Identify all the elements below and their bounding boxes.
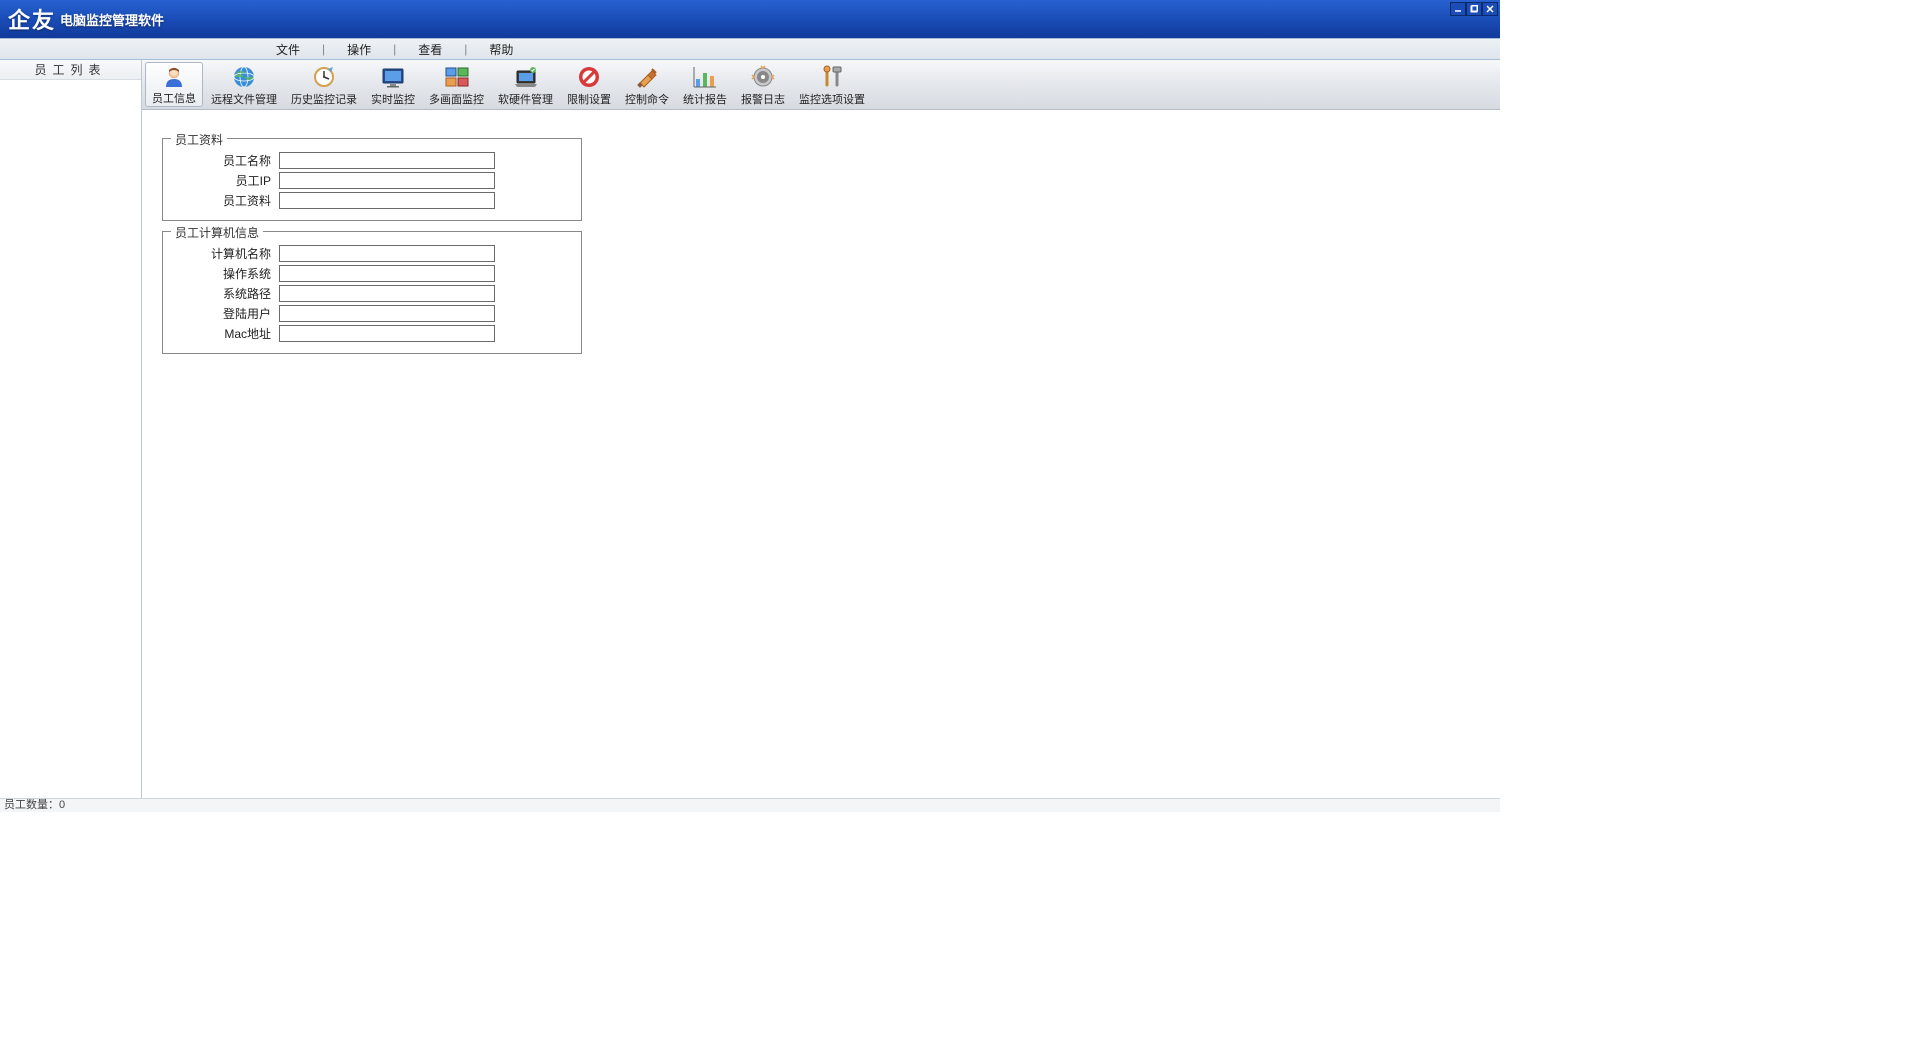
titlebar: 企友 电脑监控管理软件 [0, 0, 1500, 38]
multiscreen-icon [443, 64, 471, 90]
realtime-icon [379, 64, 407, 90]
logo-text: 企友 [8, 3, 56, 35]
menu-separator: | [458, 42, 473, 56]
menu-view[interactable]: 查看 [402, 41, 458, 58]
form-row: 员工资料 [173, 192, 571, 209]
toolbar-label: 历史监控记录 [291, 91, 357, 107]
form-label: Mac地址 [173, 325, 279, 342]
toolbar-label: 实时监控 [371, 91, 415, 107]
toolbar-btn-options[interactable]: 监控选项设置 [793, 62, 871, 107]
employee-list[interactable] [0, 80, 141, 798]
remote-file-icon [230, 64, 258, 90]
toolbar-label: 统计报告 [683, 91, 727, 107]
fieldset-computer-info: 员工计算机信息 计算机名称操作系统系统路径登陆用户Mac地址 [162, 231, 582, 354]
form-row: 系统路径 [173, 285, 571, 302]
toolbar-label: 多画面监控 [429, 91, 484, 107]
sidebar: 员工列表 [0, 60, 142, 798]
minimize-button[interactable] [1450, 2, 1466, 16]
form-label: 计算机名称 [173, 245, 279, 262]
form-row: 员工IP [173, 172, 571, 189]
form-label: 员工资料 [173, 192, 279, 209]
toolbar-btn-stats[interactable]: 统计报告 [677, 62, 733, 107]
menu-help[interactable]: 帮助 [473, 41, 529, 58]
input-group2-1[interactable] [279, 265, 495, 282]
menu-separator: | [387, 42, 402, 56]
hw-sw-icon [512, 64, 540, 90]
input-group2-4[interactable] [279, 325, 495, 342]
fieldset-employee-data: 员工资料 员工名称员工IP员工资料 [162, 138, 582, 221]
toolbar-btn-realtime[interactable]: 实时监控 [365, 62, 421, 107]
form-label: 员工名称 [173, 152, 279, 169]
menu-operate[interactable]: 操作 [331, 41, 387, 58]
toolbar-label: 报警日志 [741, 91, 785, 107]
toolbar-label: 监控选项设置 [799, 91, 865, 107]
statusbar: 员工数量：0 [0, 798, 1500, 812]
form-label: 操作系统 [173, 265, 279, 282]
toolbar-btn-remote-file[interactable]: 远程文件管理 [205, 62, 283, 107]
menubar: 文件 | 操作 | 查看 | 帮助 [0, 38, 1500, 60]
form-row: Mac地址 [173, 325, 571, 342]
restrict-icon [575, 64, 603, 90]
main-area: 员工信息远程文件管理历史监控记录实时监控多画面监控软硬件管理限制设置控制命令统计… [142, 60, 1500, 798]
toolbar: 员工信息远程文件管理历史监控记录实时监控多画面监控软硬件管理限制设置控制命令统计… [142, 60, 1500, 110]
options-icon [818, 64, 846, 90]
control-icon [633, 64, 661, 90]
sidebar-header: 员工列表 [0, 60, 141, 80]
form-row: 登陆用户 [173, 305, 571, 322]
fieldset-legend: 员工资料 [171, 131, 227, 148]
toolbar-btn-employee-info[interactable]: 员工信息 [145, 62, 203, 107]
logo-subtitle: 电脑监控管理软件 [60, 10, 164, 29]
input-group2-0[interactable] [279, 245, 495, 262]
close-button[interactable] [1482, 2, 1498, 16]
window-controls [1450, 2, 1498, 16]
toolbar-btn-history[interactable]: 历史监控记录 [285, 62, 363, 107]
status-text: 员工数量：0 [4, 799, 65, 811]
form-row: 操作系统 [173, 265, 571, 282]
form-label: 登陆用户 [173, 305, 279, 322]
toolbar-btn-multiscreen[interactable]: 多画面监控 [423, 62, 490, 107]
toolbar-label: 远程文件管理 [211, 91, 277, 107]
toolbar-label: 软硬件管理 [498, 91, 553, 107]
fieldset-legend: 员工计算机信息 [171, 224, 263, 241]
input-group1-0[interactable] [279, 152, 495, 169]
app-logo: 企友 电脑监控管理软件 [0, 3, 164, 35]
toolbar-btn-alarm[interactable]: 报警日志 [735, 62, 791, 107]
toolbar-label: 员工信息 [152, 90, 196, 106]
stats-icon [691, 64, 719, 90]
form-row: 员工名称 [173, 152, 571, 169]
toolbar-btn-restrict[interactable]: 限制设置 [561, 62, 617, 107]
toolbar-btn-control[interactable]: 控制命令 [619, 62, 675, 107]
toolbar-label: 限制设置 [567, 91, 611, 107]
input-group1-1[interactable] [279, 172, 495, 189]
input-group2-3[interactable] [279, 305, 495, 322]
menu-file[interactable]: 文件 [260, 41, 316, 58]
input-group2-2[interactable] [279, 285, 495, 302]
form-label: 员工IP [173, 172, 279, 189]
menu-separator: | [316, 42, 331, 56]
input-group1-2[interactable] [279, 192, 495, 209]
toolbar-btn-hw-sw[interactable]: 软硬件管理 [492, 62, 559, 107]
history-icon [310, 64, 338, 90]
toolbar-label: 控制命令 [625, 91, 669, 107]
content-area: 员工资料 员工名称员工IP 员工资料 员工计算机信息 计算机名称操作系统系统路径登… [142, 110, 1500, 798]
form-row: 计算机名称 [173, 245, 571, 262]
form-label: 系统路径 [173, 285, 279, 302]
employee-info-icon [160, 65, 188, 89]
alarm-icon [749, 64, 777, 90]
maximize-button[interactable] [1466, 2, 1482, 16]
